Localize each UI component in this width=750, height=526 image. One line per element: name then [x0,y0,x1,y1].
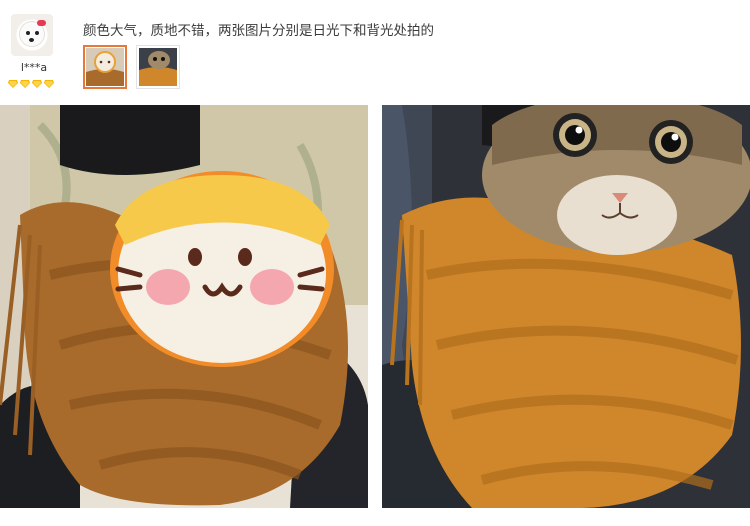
user-level-badges [8,80,54,88]
diamond-icon [8,80,18,88]
diamond-icon [20,80,30,88]
review-photo-2[interactable] [382,105,750,508]
thumbnail-strip [83,45,180,89]
user-avatar[interactable] [11,14,53,56]
diamond-icon [44,80,54,88]
cartoon-cat-sticker-icon [110,171,334,367]
username: l***a [20,61,48,74]
avatar-bow [37,20,46,26]
avatar-eye [26,31,30,35]
avatar-nose [29,38,34,42]
diamond-icon [32,80,42,88]
thumbnail-2[interactable] [136,45,180,89]
thumbnail-1[interactable] [83,45,127,89]
avatar-eye [35,31,39,35]
review-comment: 颜色大气，质地不错，两张图片分别是日光下和背光处拍的 [83,23,434,39]
review-photo-1[interactable] [0,105,368,508]
